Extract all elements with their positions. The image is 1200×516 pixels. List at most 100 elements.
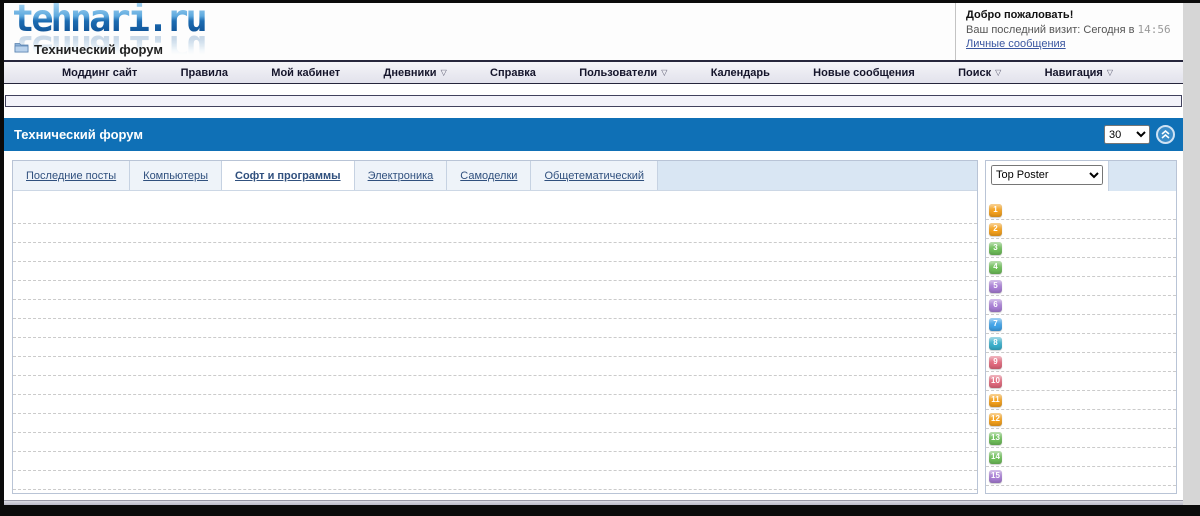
nav-item-label: Дневники xyxy=(383,66,437,79)
top-poster-row: 10 xyxy=(986,372,1176,391)
sidebar-header-left: Top Poster xyxy=(986,161,1108,191)
poster-rank-badge[interactable]: 5 xyxy=(989,279,1002,293)
forum-title: Технический форум xyxy=(14,127,143,142)
page-size-select[interactable]: 30 xyxy=(1104,125,1150,144)
poster-rank-badge[interactable]: 8 xyxy=(989,336,1002,350)
thread-row xyxy=(13,243,977,262)
thread-row xyxy=(13,471,977,490)
thread-row xyxy=(13,281,977,300)
top-poster-row: 15 xyxy=(986,467,1176,486)
top-poster-row: 7 xyxy=(986,315,1176,334)
tab-1[interactable]: Компьютеры xyxy=(130,161,222,190)
poster-rank-badge[interactable]: 15 xyxy=(989,469,1002,483)
thread-row xyxy=(13,395,977,414)
top-poster-row: 6 xyxy=(986,296,1176,315)
tab-4[interactable]: Самоделки xyxy=(447,161,532,190)
poster-rank-badge[interactable]: 1 xyxy=(989,203,1002,217)
bottom-border xyxy=(0,505,1200,516)
content-row: Последние посты Компьютеры Софт и программ… xyxy=(4,151,1183,494)
top-poster-row: 11 xyxy=(986,391,1176,410)
poster-rank-badge[interactable]: 2 xyxy=(989,222,1002,236)
poster-rank-badge[interactable]: 6 xyxy=(989,298,1002,312)
nav-item-label: Справка xyxy=(490,66,536,79)
nav-item-2[interactable]: Мой кабинет xyxy=(271,67,340,79)
top-poster-list: 1 2 3 4 5 6 7 8 9 10 11 12 13 14 15 xyxy=(986,201,1176,486)
collapse-forum-icon[interactable] xyxy=(1156,125,1175,144)
site-header: tehnari.ru tehnari.ru Технический форум … xyxy=(4,0,1183,70)
top-poster-row: 8 xyxy=(986,334,1176,353)
top-poster-select[interactable]: Top Poster xyxy=(991,165,1103,185)
top-poster-row: 5 xyxy=(986,277,1176,296)
site-subtitle-row: Технический форум xyxy=(14,40,163,58)
nav-item-label: Поиск xyxy=(958,66,992,79)
last-visit-label: Ваш последний визит: Сегодня в xyxy=(966,24,1135,36)
thread-row xyxy=(13,338,977,357)
nav-item-label: Пользователи xyxy=(579,66,658,79)
nav-item-4[interactable]: Справка xyxy=(490,67,536,79)
folder-icon xyxy=(14,40,29,58)
nav-item-label: Новые сообщения xyxy=(813,66,915,79)
top-poster-row: 2 xyxy=(986,220,1176,239)
nav-item-label: Правила xyxy=(180,66,228,79)
forum-site: tehnari.ru tehnari.ru Технический форум … xyxy=(4,0,1183,500)
chevron-down-icon: ▽ xyxy=(661,68,668,77)
poster-rank-badge[interactable]: 13 xyxy=(989,431,1002,445)
tab-strip-filler xyxy=(658,161,977,190)
left-border xyxy=(0,0,4,516)
poster-rank-badge[interactable]: 10 xyxy=(989,374,1002,388)
thread-row xyxy=(13,452,977,471)
tab-2[interactable]: Софт и программы xyxy=(222,161,355,190)
logo-text[interactable]: tehnari.ru xyxy=(12,0,208,37)
nav-item-3[interactable]: Дневники ▽ xyxy=(384,67,447,79)
nav-item-label: Календарь xyxy=(710,66,770,79)
chevron-down-icon: ▽ xyxy=(995,68,1002,77)
top-border xyxy=(0,0,1200,3)
category-tabs: Последние посты Компьютеры Софт и программ… xyxy=(13,161,977,191)
poster-rank-badge[interactable]: 14 xyxy=(989,450,1002,464)
nav-item-1[interactable]: Правила xyxy=(181,67,228,79)
thread-row xyxy=(13,433,977,452)
private-messages-link[interactable]: Личные сообщения xyxy=(966,38,1066,50)
poster-rank-badge[interactable]: 3 xyxy=(989,241,1002,255)
nav-item-7[interactable]: Новые сообщения xyxy=(813,67,915,79)
welcome-title: Добро пожаловать! xyxy=(966,9,1074,21)
thread-row xyxy=(13,319,977,338)
nav-item-0[interactable]: Моддинг сайт xyxy=(62,67,137,79)
nav-item-8[interactable]: Поиск ▽ xyxy=(958,67,1001,79)
thread-list-panel: Последние посты Компьютеры Софт и программ… xyxy=(12,160,978,494)
forum-header-controls: 30 xyxy=(1104,125,1175,144)
poster-rank-badge[interactable]: 12 xyxy=(989,412,1002,426)
last-visit-text: Ваш последний визит: Сегодня в 14:56 xyxy=(966,23,1173,36)
poster-rank-badge[interactable]: 9 xyxy=(989,355,1002,369)
thread-row xyxy=(13,191,977,224)
thread-row xyxy=(13,357,977,376)
chevron-down-icon: ▽ xyxy=(1106,68,1113,77)
top-poster-row: 13 xyxy=(986,429,1176,448)
chevron-down-icon: ▽ xyxy=(440,68,447,77)
nav-item-5[interactable]: Пользователи ▽ xyxy=(579,67,667,79)
poster-rank-badge[interactable]: 7 xyxy=(989,317,1002,331)
thread-rows xyxy=(13,191,977,490)
nav-item-9[interactable]: Навигация ▽ xyxy=(1045,67,1113,79)
tab-5[interactable]: Общетематический xyxy=(531,161,659,190)
poster-rank-badge[interactable]: 4 xyxy=(989,260,1002,274)
nav-item-label: Навигация xyxy=(1044,66,1103,79)
nav-item-label: Мой кабинет xyxy=(271,66,341,79)
top-poster-row: 4 xyxy=(986,258,1176,277)
nav-item-6[interactable]: Календарь xyxy=(711,67,770,79)
site-subtitle: Технический форум xyxy=(34,41,163,57)
page-container: tehnari.ru tehnari.ru Технический форум … xyxy=(0,0,1200,516)
forum-header-bar: Технический форум 30 xyxy=(4,118,1183,151)
tab-0[interactable]: Последние посты xyxy=(13,161,131,190)
nav-item-label: Моддинг сайт xyxy=(62,66,138,79)
thread-row xyxy=(13,414,977,433)
breadcrumb-bar xyxy=(5,95,1182,107)
logo[interactable]: tehnari.ru tehnari.ru Технический форум xyxy=(4,0,424,70)
top-poster-row: 9 xyxy=(986,353,1176,372)
poster-rank-badge[interactable]: 11 xyxy=(989,393,1002,407)
last-visit-time: 14:56 xyxy=(1137,23,1171,36)
top-poster-sidebar: Top Poster 1 2 3 4 5 6 7 8 9 10 11 12 13 14 15 xyxy=(985,160,1177,494)
tab-3[interactable]: Электроника xyxy=(354,161,448,190)
thread-row xyxy=(13,224,977,243)
top-poster-row: 3 xyxy=(986,239,1176,258)
